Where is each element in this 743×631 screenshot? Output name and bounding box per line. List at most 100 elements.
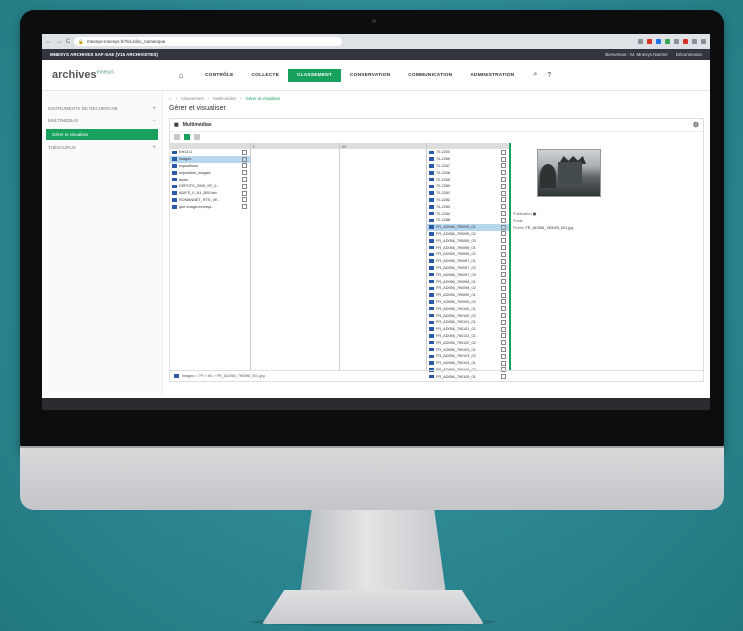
menu-item-communication[interactable]: COMMUNICATION (399, 69, 461, 82)
folder-row[interactable]: 70-2281 (427, 190, 509, 197)
folder-row[interactable]: FR_AD056_7fi0104_01 (427, 360, 509, 367)
sidebar-item-instruments[interactable]: INSTRUMENTS DE RECHERCHE + (42, 103, 162, 115)
select-checkbox[interactable] (501, 360, 506, 366)
folder-row[interactable]: 70-2280 (427, 183, 509, 190)
extension-icon[interactable] (638, 39, 643, 44)
select-checkbox[interactable] (501, 245, 506, 251)
gear-icon[interactable]: ⚙ (693, 121, 699, 129)
folder-row[interactable]: FR_AD056_7fi0102_02 (427, 339, 509, 346)
folder-row[interactable]: FR_AD056_7fi0100_01 (427, 305, 509, 312)
select-checkbox[interactable] (242, 170, 247, 176)
select-checkbox[interactable] (501, 272, 506, 278)
select-checkbox[interactable] (501, 238, 506, 244)
select-checkbox[interactable] (501, 265, 506, 271)
profile-icon[interactable] (701, 39, 706, 44)
extension-icon[interactable] (665, 39, 670, 44)
app-logo[interactable]: archivesmnesys (42, 69, 172, 81)
folder-row[interactable]: exposition_images (170, 169, 250, 176)
folder-row[interactable]: FR_AD056_7fi0099_01 (427, 292, 509, 299)
select-checkbox[interactable] (242, 204, 247, 210)
select-checkbox[interactable] (501, 156, 506, 162)
menu-item-administration[interactable]: ADMINISTRATION (461, 69, 523, 82)
select-checkbox[interactable] (501, 211, 506, 217)
folder-row[interactable]: FR_AD056_7fi0095_03 (427, 237, 509, 244)
select-checkbox[interactable] (501, 279, 506, 285)
folder-row[interactable]: FR_AD056_7fi0095_02 (427, 231, 509, 238)
folder-row[interactable]: FR_AD056_7fi0097_01 (427, 258, 509, 265)
select-checkbox[interactable] (501, 299, 506, 305)
folder-row[interactable]: FR_AD056_7fi0101_01 (427, 319, 509, 326)
select-checkbox[interactable] (501, 197, 506, 203)
reload-icon[interactable]: C (66, 39, 70, 45)
search-icon[interactable]: ⌕ (533, 71, 537, 79)
select-checkbox[interactable] (501, 353, 506, 359)
breadcrumb-item[interactable]: Classement (181, 96, 204, 101)
extension-icon[interactable] (674, 39, 679, 44)
photo-thumbnail[interactable] (537, 149, 601, 197)
select-checkbox[interactable] (501, 258, 506, 264)
select-checkbox[interactable] (501, 149, 506, 155)
publication-toggle-icon[interactable]: ▣ (533, 212, 537, 216)
folder-row[interactable]: DEPOTS_2009_SF_0.. (170, 183, 250, 190)
select-checkbox[interactable] (501, 306, 506, 312)
select-checkbox[interactable] (501, 177, 506, 183)
select-checkbox[interactable] (501, 285, 506, 291)
help-icon[interactable]: ? (547, 72, 551, 79)
folder-row[interactable]: ROMANNET_RTS_VE.. (170, 197, 250, 204)
select-checkbox[interactable] (242, 177, 247, 183)
folder-row[interactable]: 70-2282 (427, 197, 509, 204)
folder-row[interactable]: FR_AD056_7fi0098_01 (427, 278, 509, 285)
menu-item-classement[interactable]: CLASSEMENT (287, 68, 342, 82)
select-checkbox[interactable] (242, 197, 247, 203)
folder-row[interactable]: 70-2269 (427, 176, 509, 183)
select-checkbox[interactable] (242, 156, 247, 162)
folder-row[interactable]: 70-2268 (427, 169, 509, 176)
select-checkbox[interactable] (501, 170, 506, 176)
select-checkbox[interactable] (242, 149, 247, 155)
folder-row[interactable]: que-image-mnesys.. (170, 203, 250, 210)
folder-row[interactable]: ADIFS_0_N1_B00.tab (170, 190, 250, 197)
select-checkbox[interactable] (501, 347, 506, 352)
home-icon[interactable]: ⌂ (172, 71, 190, 80)
select-checkbox[interactable] (501, 190, 506, 196)
extension-icon[interactable] (647, 39, 652, 44)
folder-row[interactable]: 70-2260 (427, 156, 509, 163)
breadcrumb-item[interactable]: Multimédias (213, 96, 236, 101)
select-checkbox[interactable] (242, 183, 247, 189)
folder-row[interactable]: FR_AD056_7fi0103_02 (427, 353, 509, 360)
folder-row[interactable]: FR_AD056_7fi0097_03 (427, 271, 509, 278)
select-checkbox[interactable] (501, 204, 506, 210)
logout-link[interactable]: Déconnexion (676, 52, 702, 57)
select-checkbox[interactable] (501, 217, 506, 223)
extension-icon[interactable] (692, 39, 697, 44)
folder-row[interactable]: 70-2200 (427, 149, 509, 156)
folder-row[interactable]: 70-2284 (427, 210, 509, 217)
extension-icon[interactable] (683, 39, 688, 44)
select-checkbox[interactable] (501, 231, 506, 237)
select-checkbox[interactable] (501, 251, 506, 257)
address-bar[interactable]: 🔒 mnesys-mnesys.fr/?id=bloc_numerique (74, 37, 343, 46)
folder-row[interactable]: ExtCLU (170, 149, 250, 156)
select-checkbox[interactable] (501, 224, 506, 230)
column-view-icon[interactable] (184, 134, 190, 140)
sidebar-subitem-gerer[interactable]: Gérer et visualiser (46, 129, 158, 140)
select-checkbox[interactable] (501, 340, 506, 346)
select-checkbox[interactable] (501, 326, 506, 332)
folder-row[interactable]: FR_AD056_7fi0097_02 (427, 265, 509, 272)
select-checkbox[interactable] (501, 163, 506, 169)
home-icon[interactable]: ⌂ (169, 96, 172, 101)
folder-row[interactable]: FR_AD056_7fi0099_02 (427, 299, 509, 306)
folder-row[interactable]: expositions (170, 163, 250, 170)
sidebar-item-multimedias[interactable]: MULTIMÉDIAS − (42, 115, 162, 127)
folder-row[interactable]: 70-2288 (427, 217, 509, 224)
folder-row[interactable]: 70-2283 (427, 203, 509, 210)
folder-row[interactable]: FR_AD056_7fi0096_01 (427, 244, 509, 251)
forward-icon[interactable]: → (56, 39, 62, 45)
select-checkbox[interactable] (242, 163, 247, 169)
grid-view-icon[interactable] (194, 134, 200, 140)
folder-row[interactable]: FR_AD056_7fi0102_01 (427, 333, 509, 340)
folder-row[interactable]: FR_AD056_7fi0098_02 (427, 285, 509, 292)
menu-item-conservation[interactable]: CONSERVATION (341, 69, 399, 82)
folder-row[interactable]: FR_AD056_7fi0101_02 (427, 326, 509, 333)
folder-row[interactable]: FR_AD056_7fi0103_01 (427, 346, 509, 353)
